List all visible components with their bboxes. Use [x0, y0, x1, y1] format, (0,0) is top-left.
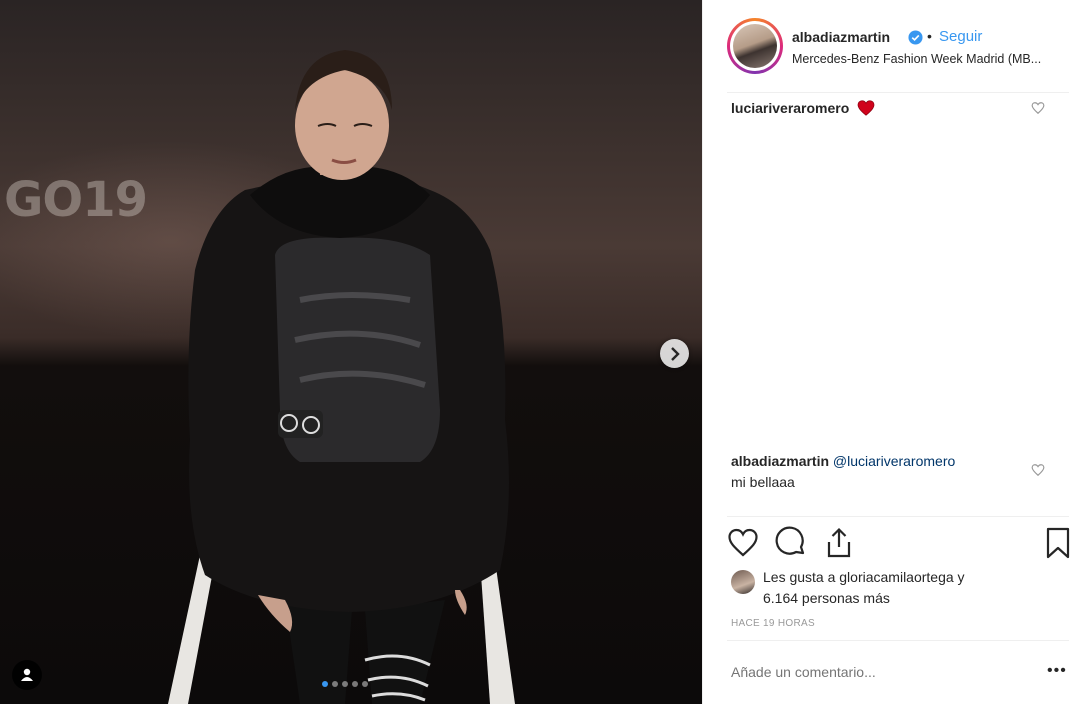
header-separator: • [927, 28, 932, 44]
runway-model-image [168, 50, 515, 704]
header-divider [727, 92, 1069, 93]
post-location[interactable]: Mercedes-Benz Fashion Week Madrid (MB... [792, 52, 1070, 66]
carousel-dot [362, 681, 368, 687]
share-icon[interactable] [823, 526, 855, 560]
post-header: albadiazmartin • Seguir Mercedes-Benz Fa… [727, 16, 1070, 78]
follow-button[interactable]: Seguir [939, 28, 982, 45]
post-timestamp[interactable]: HACE 19 HORAS [731, 618, 815, 629]
like-comment-heart-icon[interactable] [1031, 463, 1045, 477]
comment-item: luciariveraromero [731, 98, 1051, 119]
carousel-dot [332, 681, 338, 687]
comment-username[interactable]: luciariveraromero [731, 100, 849, 116]
liker-avatar[interactable] [731, 570, 755, 594]
likes-line-1: Les gusta a gloriacamilaortega y [763, 569, 965, 585]
chevron-right-icon [670, 346, 680, 361]
like-comment-heart-icon[interactable] [1031, 101, 1045, 115]
comment-text: mi bellaaa [731, 474, 795, 490]
add-comment-input[interactable] [731, 664, 991, 680]
verified-badge-icon [908, 30, 923, 45]
author-avatar[interactable] [727, 18, 783, 74]
likes-text[interactable]: Les gusta a gloriacamilaortega y 6.164 p… [763, 567, 1033, 609]
carousel-dot [352, 681, 358, 687]
action-bar [727, 526, 1070, 562]
like-heart-icon[interactable] [727, 526, 759, 560]
comment-bubble-icon[interactable] [775, 526, 807, 560]
comment-item: albadiazmartin @luciariveraromero mi bel… [731, 451, 1051, 493]
comment-mention[interactable]: @luciariveraromero [833, 453, 955, 469]
author-username[interactable]: albadiazmartin [792, 29, 890, 45]
tagged-users-button[interactable] [12, 660, 42, 690]
comment-username[interactable]: albadiazmartin [731, 453, 829, 469]
comments-divider [727, 516, 1069, 517]
more-options-button[interactable]: ••• [1047, 662, 1067, 680]
post-sidebar: albadiazmartin • Seguir Mercedes-Benz Fa… [702, 0, 1070, 704]
carousel-dot [322, 681, 328, 687]
post-photo[interactable]: GO19 [0, 0, 702, 704]
user-icon [21, 668, 33, 681]
footer-divider [727, 640, 1069, 641]
carousel-indicator [322, 681, 368, 687]
carousel-dot [342, 681, 348, 687]
carousel-next-button[interactable] [660, 339, 689, 368]
red-heart-emoji-icon [857, 100, 875, 116]
likes-line-2: 6.164 personas más [763, 590, 890, 606]
save-bookmark-icon[interactable] [1042, 526, 1070, 560]
